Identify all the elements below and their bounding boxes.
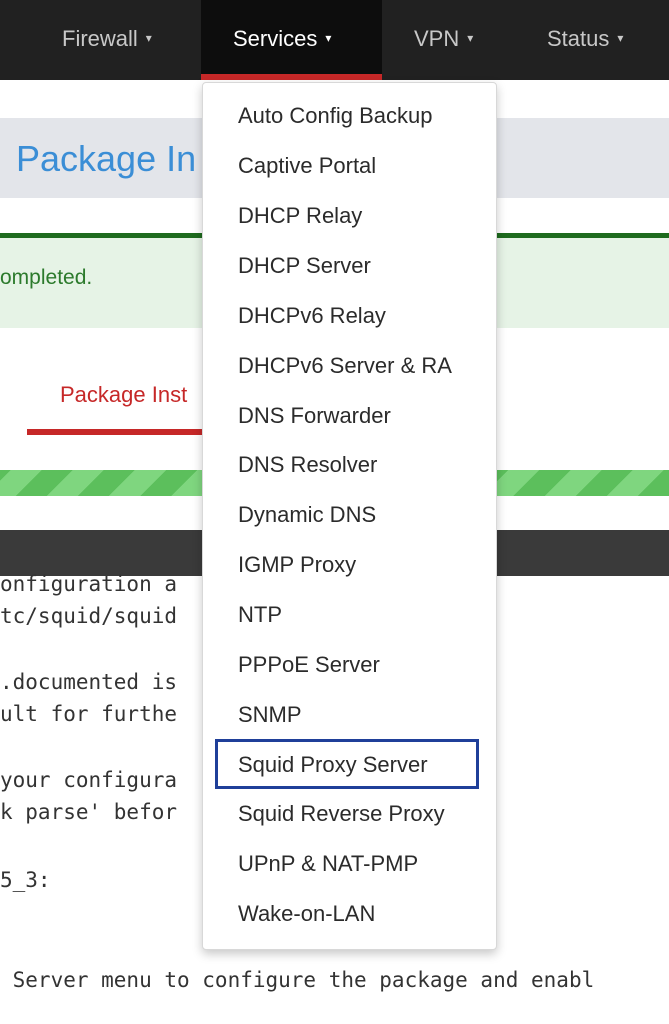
nav-vpn[interactable]: VPN ▾ [414, 0, 473, 80]
active-tab-indicator [201, 74, 382, 80]
page-title: Package In [16, 138, 197, 179]
menu-item-dns-resolver[interactable]: DNS Resolver [238, 448, 377, 482]
menu-item-snmp[interactable]: SNMP [238, 698, 302, 732]
nav-firewall-label: Firewall [62, 26, 138, 51]
alert-message: ompleted. [0, 266, 93, 289]
services-dropdown-menu: Auto Config Backup Captive Portal DHCP R… [202, 82, 497, 950]
menu-item-dhcpv6-relay[interactable]: DHCPv6 Relay [238, 299, 386, 333]
tab-active-underline [27, 429, 207, 435]
console-line: ult for furthe [0, 702, 178, 726]
chevron-down-icon: ▾ [145, 31, 152, 46]
nav-services-label: Services [233, 26, 318, 51]
menu-item-dhcp-relay[interactable]: DHCP Relay [238, 199, 362, 233]
nav-vpn-label: VPN [414, 26, 460, 51]
menu-item-dns-forwarder[interactable]: DNS Forwarder [238, 399, 391, 433]
highlight-box [215, 739, 479, 789]
console-line: your configura [0, 768, 178, 792]
menu-item-upnp-nat-pmp[interactable]: UPnP & NAT-PMP [238, 847, 418, 881]
menu-item-dhcpv6-server-ra[interactable]: DHCPv6 Server & RA [238, 349, 452, 383]
console-line: k parse' befor [0, 800, 178, 824]
menu-item-captive-portal[interactable]: Captive Portal [238, 149, 376, 183]
nav-firewall[interactable]: Firewall ▾ [62, 0, 152, 80]
console-line: Server menu to configure the package and… [0, 968, 595, 992]
console-line: .documented is [0, 670, 178, 694]
top-navbar: Firewall ▾ Services ▾ VPN ▾ Status ▾ [0, 0, 669, 80]
menu-item-igmp-proxy[interactable]: IGMP Proxy [238, 548, 356, 582]
menu-item-ntp[interactable]: NTP [238, 598, 282, 632]
menu-item-pppoe-server[interactable]: PPPoE Server [238, 648, 380, 682]
tab-package-installer[interactable]: Package Inst [60, 382, 187, 408]
console-line: 5_3: [0, 868, 51, 892]
console-line: tc/squid/squid [0, 604, 178, 628]
nav-status-label: Status [547, 26, 610, 51]
menu-item-dhcp-server[interactable]: DHCP Server [238, 249, 371, 283]
chevron-down-icon: ▾ [617, 31, 624, 46]
menu-item-auto-config-backup[interactable]: Auto Config Backup [238, 99, 432, 133]
chevron-down-icon: ▾ [467, 31, 474, 46]
nav-services[interactable]: Services ▾ [201, 0, 382, 80]
menu-item-dynamic-dns[interactable]: Dynamic DNS [238, 498, 376, 532]
nav-status[interactable]: Status ▾ [547, 0, 623, 80]
menu-item-wake-on-lan[interactable]: Wake-on-LAN [238, 897, 375, 931]
menu-item-squid-reverse-proxy[interactable]: Squid Reverse Proxy [238, 797, 445, 831]
chevron-down-icon: ▾ [325, 31, 332, 46]
